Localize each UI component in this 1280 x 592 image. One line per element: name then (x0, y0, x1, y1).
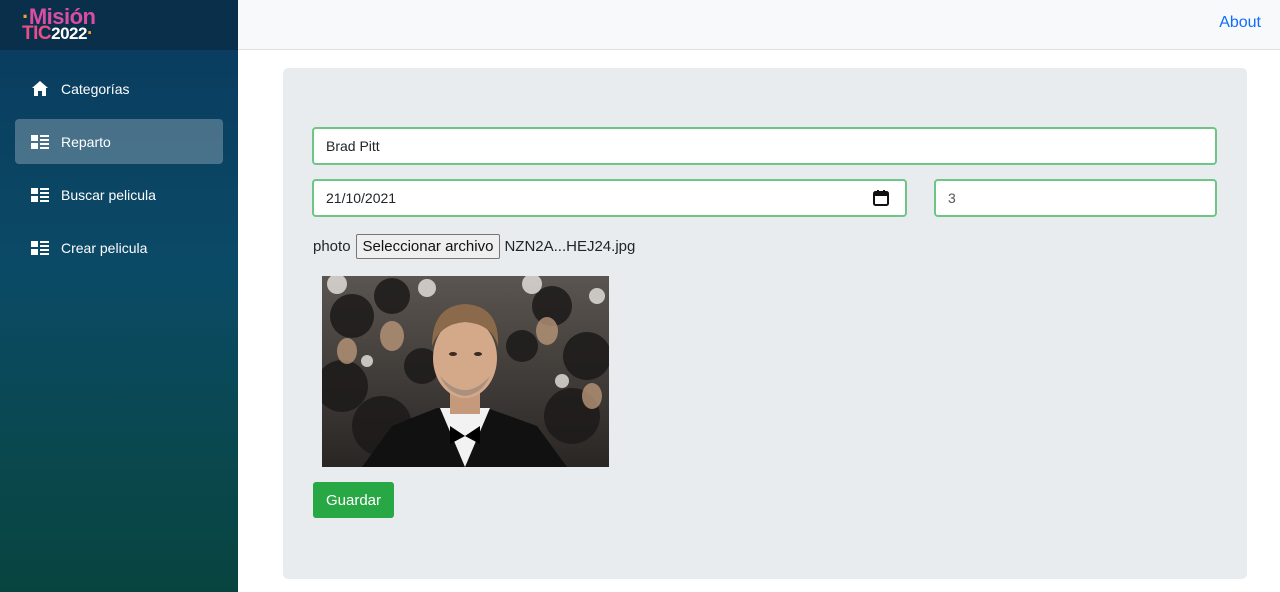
selected-file-name: NZN2A...HEJ24.jpg (504, 237, 636, 255)
sidebar-item-categorias[interactable]: Categorías (15, 66, 223, 111)
number-input[interactable]: 3 (934, 179, 1217, 217)
sidebar: ·Misión TIC2022· Categorías Reparto Busc… (0, 0, 238, 592)
sidebar-item-label: Buscar pelicula (61, 186, 156, 203)
sidebar-item-label: Crear pelicula (61, 239, 148, 256)
calendar-icon[interactable] (873, 190, 889, 206)
home-icon (31, 80, 49, 98)
list-icon (31, 133, 49, 151)
brand-header: ·Misión TIC2022· (0, 0, 238, 50)
choose-file-button[interactable]: Seleccionar archivo (355, 233, 501, 259)
about-link[interactable]: About (1219, 14, 1261, 32)
top-navbar: About (238, 0, 1280, 50)
sidebar-item-label: Categorías (61, 80, 130, 97)
list-icon (31, 239, 49, 257)
mision-tic-logo[interactable]: ·Misión TIC2022· (22, 5, 96, 45)
sidebar-item-label: Reparto (61, 133, 111, 150)
sidebar-nav: Categorías Reparto Buscar pelicula Crear… (0, 50, 238, 270)
reparto-form-card: Brad Pitt 21/10/2021 3 photo Seleccionar… (283, 68, 1247, 579)
photo-label: photo (313, 237, 351, 255)
list-icon (31, 186, 49, 204)
date-value: 21/10/2021 (326, 190, 397, 206)
sidebar-item-reparto[interactable]: Reparto (15, 119, 223, 164)
actor-portrait-image (322, 276, 609, 467)
sidebar-item-crear-pelicula[interactable]: Crear pelicula (15, 225, 223, 270)
photo-file-row: photo Seleccionar archivo NZN2A...HEJ24.… (313, 232, 635, 260)
save-button[interactable]: Guardar (313, 482, 394, 518)
actor-photo-preview (322, 276, 609, 467)
logo-line2: TIC2022· (22, 23, 93, 45)
date-input[interactable]: 21/10/2021 (312, 179, 907, 217)
sidebar-item-buscar-pelicula[interactable]: Buscar pelicula (15, 172, 223, 217)
name-input[interactable]: Brad Pitt (312, 127, 1217, 165)
